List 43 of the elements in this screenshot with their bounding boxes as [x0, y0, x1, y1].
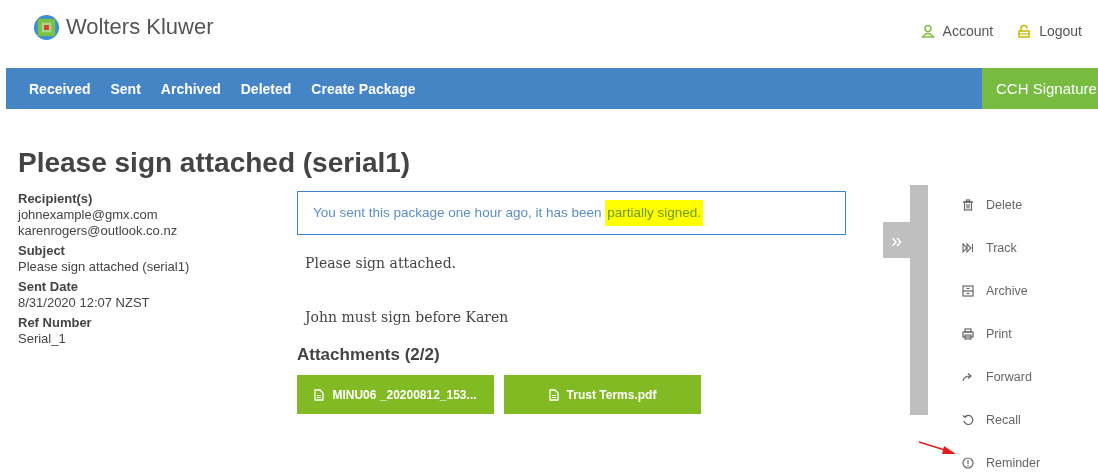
- fast-forward-icon: [962, 242, 974, 254]
- nav-link[interactable]: Sent: [110, 80, 141, 97]
- detail-value: karenrogers@outlook.co.nz: [18, 223, 179, 239]
- action-link[interactable]: Track: [962, 239, 1041, 257]
- header-link[interactable]: Logout: [1017, 23, 1082, 39]
- nav-link[interactable]: Create Package: [311, 80, 416, 97]
- message-text: John must sign before Karen: [302, 309, 510, 325]
- action-link[interactable]: Delete: [962, 196, 1041, 214]
- action-link[interactable]: Print: [962, 325, 1041, 343]
- nav-link[interactable]: Deleted: [240, 80, 292, 97]
- status-message: You sent this package one hour ago, it has been partially signed.: [313, 200, 704, 226]
- lock-icon: [1017, 24, 1032, 38]
- nav-link[interactable]: Archived: [160, 80, 221, 97]
- document-icon: [314, 388, 325, 401]
- package-title: Please sign attached (serial1): [18, 146, 412, 180]
- user-icon: [920, 24, 935, 38]
- globe-logo-icon: [33, 13, 60, 41]
- action-link[interactable]: Recall: [962, 411, 1041, 429]
- detail-value: 8/31/2020 12:07 NZST: [18, 295, 151, 311]
- undo-icon: [962, 414, 974, 426]
- detail-label: Recipient(s): [18, 191, 94, 207]
- detail-value: johnexample@gmx.com: [18, 207, 159, 223]
- brand-name: Wolters Kluwer: [66, 14, 214, 40]
- forward-arrow-icon: [962, 371, 974, 383]
- action-link[interactable]: Forward: [962, 368, 1041, 386]
- document-icon: [548, 388, 559, 401]
- archive-box-icon: [962, 285, 974, 297]
- trash-icon: [962, 199, 974, 211]
- detail-label: Ref Number: [18, 315, 93, 331]
- detail-value: Serial_1: [18, 331, 67, 347]
- detail-label: Subject: [18, 243, 66, 259]
- printer-icon: [962, 328, 974, 340]
- detail-label: Sent Date: [18, 279, 79, 295]
- header-link[interactable]: Account: [920, 23, 994, 39]
- action-link[interactable]: Archive: [962, 282, 1041, 300]
- pointer-arrow: [918, 440, 958, 456]
- message-text: Please sign attached.: [304, 255, 458, 271]
- nav-link[interactable]: Received: [29, 80, 91, 97]
- info-circle-icon: [962, 457, 974, 469]
- detail-value: Please sign attached (serial1): [18, 259, 191, 275]
- product-label: CCH Signature: [982, 68, 1098, 109]
- attachments-heading: Attachments (2/2): [297, 345, 441, 365]
- action-link[interactable]: Reminder: [962, 454, 1041, 472]
